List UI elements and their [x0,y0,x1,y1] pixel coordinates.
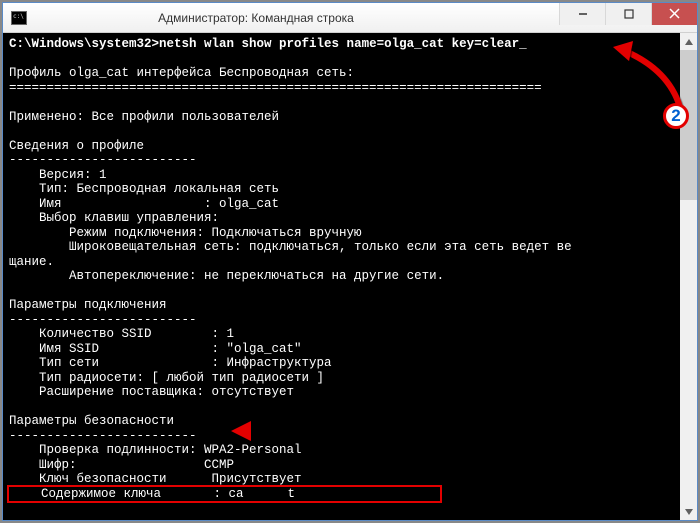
row-broadcast2: щание. [9,255,54,269]
row-vendor: Расширение поставщика: отсутствует [9,385,294,399]
section-profile-info: Сведения о профиле [9,139,144,153]
cmd-window: Администратор: Командная строка C:\Windo… [2,2,698,521]
maximize-icon [624,9,634,19]
applied-line: Применено: Все профили пользователей [9,110,279,124]
row-keymgmt: Выбор клавиш управления: [9,211,219,225]
row-autoswitch: Автопереключение: не переключаться на др… [9,269,444,283]
section-security: Параметры безопасности [9,414,174,428]
chevron-up-icon [685,39,693,45]
scroll-down-button[interactable] [680,503,697,520]
close-icon [669,8,680,19]
row-cipher: Шифр: CCMP [9,458,234,472]
vertical-scrollbar[interactable] [680,33,697,520]
key-masked [244,488,288,501]
row-seckey: Ключ безопасности Присутствует [9,472,302,486]
row-nettype: Тип сети : Инфраструктура [9,356,332,370]
row-broadcast: Широковещательная сеть: подключаться, то… [9,240,572,254]
command-text: netsh wlan show profiles name=olga_cat k… [159,37,519,51]
maximize-button[interactable] [605,3,651,25]
scroll-up-button[interactable] [680,33,697,50]
key-content-highlight: Содержимое ключа : cat [7,485,442,503]
section-connection: Параметры подключения [9,298,167,312]
window-controls [559,3,697,25]
scroll-thumb[interactable] [680,50,697,200]
row-auth: Проверка подлинности: WPA2-Personal [9,443,302,457]
row-name: Имя : olga_cat [9,197,279,211]
row-ssid-name: Имя SSID : "olga_cat" [9,342,302,356]
dash-line: ------------------------- [9,429,197,443]
minimize-button[interactable] [559,3,605,25]
row-version: Версия: 1 [9,168,107,182]
scroll-track[interactable] [680,50,697,503]
row-keycontent: Содержимое ключа : ca [11,487,244,501]
dash-line: ------------------------- [9,153,197,167]
row-type: Тип: Беспроводная локальная сеть [9,182,279,196]
row-ssid-count: Количество SSID : 1 [9,327,234,341]
close-button[interactable] [651,3,697,25]
app-icon [11,11,27,25]
window-title: Администратор: Командная строка [2,11,559,25]
dash-line: ------------------------- [9,313,197,327]
minimize-icon [578,9,588,19]
titlebar[interactable]: Администратор: Командная строка [3,3,697,33]
row-connmode: Режим подключения: Подключаться вручную [9,226,362,240]
chevron-down-icon [685,509,693,515]
row-radiotype: Тип радиосети: [ любой тип радиосети ] [9,371,324,385]
prompt: C:\Windows\system32> [9,37,159,51]
hr-line: ========================================… [9,81,542,95]
terminal-output[interactable]: C:\Windows\system32>netsh wlan show prof… [3,33,697,520]
profile-header: Профиль olga_cat интерфейса Беспроводная… [9,66,354,80]
